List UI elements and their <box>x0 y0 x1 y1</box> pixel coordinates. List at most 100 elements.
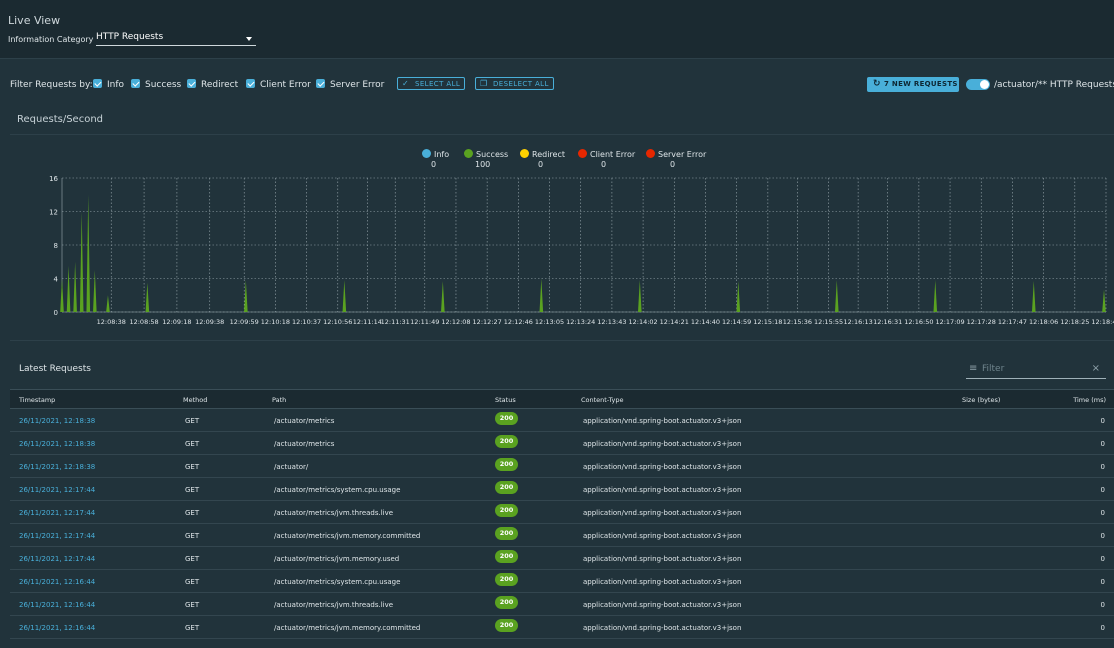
column-size[interactable]: Size (bytes) <box>962 396 1000 404</box>
cell-method: GET <box>185 624 200 632</box>
legend-redirect[interactable]: Redirect <box>520 149 565 159</box>
status-badge: 200 <box>495 481 518 494</box>
cell-time: 0 <box>1100 417 1105 425</box>
legend-client-error[interactable]: Client Error <box>578 149 635 159</box>
cell-content-type: application/vnd.spring-boot.actuator.v3+… <box>583 417 742 425</box>
information-category-label: Information Category <box>8 35 94 44</box>
requests-per-second-chart: 0 4 8 12 16 12:08:38 12:08:58 12:09:18 12:09:38 1… <box>49 175 1114 326</box>
x-tick-label: 12:17:09 <box>935 318 964 326</box>
cell-method: GET <box>185 509 200 517</box>
checkbox-server-error[interactable] <box>316 79 325 88</box>
table-row[interactable]: 26/11/2021, 12:17:44 GET/actuator/metrics… <box>10 478 1114 501</box>
cell-content-type: application/vnd.spring-boot.actuator.v3+… <box>583 532 742 540</box>
checkbox-redirect-label[interactable]: Redirect <box>201 80 238 90</box>
x-tick-label: 12:18:25 <box>1060 318 1089 326</box>
checkbox-info[interactable] <box>93 79 102 88</box>
cell-method: GET <box>185 532 200 540</box>
success-area-spike <box>106 295 110 312</box>
checkbox-redirect[interactable] <box>187 79 196 88</box>
information-category-value: HTTP Requests <box>96 32 164 42</box>
cell-method: GET <box>185 555 200 563</box>
table-row[interactable]: 26/11/2021, 12:17:44 GET/actuator/metrics… <box>10 501 1114 524</box>
cell-timestamp[interactable]: 26/11/2021, 12:17:44 <box>19 509 95 517</box>
legend-client-error-label: Client Error <box>590 150 636 159</box>
column-path[interactable]: Path <box>272 396 286 404</box>
checkbox-client-error[interactable] <box>246 79 255 88</box>
success-area-spike <box>834 280 839 312</box>
cell-timestamp[interactable]: 26/11/2021, 12:17:44 <box>19 532 95 540</box>
table-row[interactable]: 26/11/2021, 12:18:38 GET/actuator/metrics… <box>10 409 1114 432</box>
live-view-page: Live View Information Category HTTP Requ… <box>0 0 1114 648</box>
filter-placeholder: Filter <box>982 364 1005 374</box>
legend-server-error-label: Server Error <box>658 150 707 159</box>
table-row[interactable]: 26/11/2021, 12:17:44 GET/actuator/metrics… <box>10 547 1114 570</box>
y-tick-label: 12 <box>49 209 58 217</box>
checkbox-success-label[interactable]: Success <box>145 80 181 90</box>
close-icon[interactable]: × <box>1092 363 1100 374</box>
cell-content-type: application/vnd.spring-boot.actuator.v3+… <box>583 555 742 563</box>
cell-path: /actuator/metrics/jvm.memory.committed <box>274 532 421 540</box>
legend-info[interactable]: Info <box>422 149 449 159</box>
table-row[interactable]: 26/11/2021, 12:18:38 GET/actuator/applica… <box>10 455 1114 478</box>
x-tick-label: 12:13:43 <box>597 318 626 326</box>
cell-content-type: application/vnd.spring-boot.actuator.v3+… <box>583 486 742 494</box>
legend-client-error-value: 0 <box>601 160 607 169</box>
filter-requests-label: Filter Requests by: <box>10 80 93 90</box>
cell-timestamp[interactable]: 26/11/2021, 12:18:38 <box>19 440 95 448</box>
column-content-type[interactable]: Content-Type <box>581 396 624 404</box>
cell-method: GET <box>185 601 200 609</box>
checkbox-success[interactable] <box>131 79 140 88</box>
new-requests-button[interactable]: ↻ 7 NEW REQUESTS <box>867 77 959 92</box>
legend-server-error[interactable]: Server Error <box>646 149 706 159</box>
success-area-spike <box>736 281 741 312</box>
cell-timestamp[interactable]: 26/11/2021, 12:17:44 <box>19 555 95 563</box>
cell-method: GET <box>185 578 200 586</box>
table-row[interactable]: 26/11/2021, 12:16:44 GET/actuator/metrics… <box>10 570 1114 593</box>
cell-timestamp[interactable]: 26/11/2021, 12:16:44 <box>19 601 95 609</box>
cell-path: /actuator/metrics/system.cpu.usage <box>274 578 401 586</box>
status-badge: 200 <box>495 619 518 632</box>
x-tick-label: 12:08:38 <box>97 318 126 326</box>
cell-timestamp[interactable]: 26/11/2021, 12:18:38 <box>19 417 95 425</box>
x-tick-label: 12:16:13 <box>844 318 873 326</box>
success-area-spike <box>93 270 97 312</box>
success-area-spike <box>66 265 71 312</box>
checkbox-info-label[interactable]: Info <box>107 80 124 90</box>
column-status[interactable]: Status <box>495 396 516 404</box>
y-tick-label: 0 <box>54 309 58 317</box>
table-row[interactable]: 26/11/2021, 12:17:44 GET/actuator/metrics… <box>10 524 1114 547</box>
checkbox-server-error-label[interactable]: Server Error <box>330 80 384 90</box>
actuator-toggle[interactable] <box>966 79 990 90</box>
check-icon: ✓ <box>402 79 410 88</box>
cell-path: /actuator/metrics/system.cpu.usage <box>274 486 401 494</box>
table-row[interactable]: 26/11/2021, 12:16:44 GET/actuator/metrics… <box>10 616 1114 639</box>
legend-client-error-dot <box>578 149 587 158</box>
cell-time: 0 <box>1100 601 1105 609</box>
table-filter-input[interactable]: ≡ Filter × <box>966 362 1106 379</box>
status-badge: 200 <box>495 573 518 586</box>
cell-timestamp[interactable]: 26/11/2021, 12:18:38 <box>19 463 95 471</box>
cell-timestamp[interactable]: 26/11/2021, 12:17:44 <box>19 486 95 494</box>
checkbox-client-error-label[interactable]: Client Error <box>260 80 311 90</box>
status-badge: 200 <box>495 596 518 609</box>
table-row[interactable]: 26/11/2021, 12:16:44 GET/actuator/metrics… <box>10 593 1114 616</box>
cell-path: /actuator/ <box>274 463 309 471</box>
new-requests-label: 7 NEW REQUESTS <box>884 80 958 88</box>
table-header: Timestamp Method Path Status Content-Typ… <box>10 389 1114 409</box>
information-category-select[interactable]: HTTP Requests <box>96 30 256 46</box>
table-row[interactable]: 26/11/2021, 12:18:38 GET/actuator/metrics… <box>10 432 1114 455</box>
column-method[interactable]: Method <box>183 396 207 404</box>
column-timestamp[interactable]: Timestamp <box>19 396 55 404</box>
cell-timestamp[interactable]: 26/11/2021, 12:16:44 <box>19 578 95 586</box>
select-all-button[interactable]: ✓ SELECT ALL <box>397 77 466 90</box>
divider <box>10 340 1114 341</box>
column-time[interactable]: Time (ms) <box>1073 396 1106 404</box>
x-tick-label: 12:17:28 <box>967 318 996 326</box>
status-badge: 200 <box>495 458 518 471</box>
x-tick-label: 12:15:18 <box>753 318 782 326</box>
divider <box>10 134 1114 135</box>
legend-success[interactable]: Success <box>464 149 508 159</box>
deselect-all-button[interactable]: ❐ DESELECT ALL <box>475 77 554 90</box>
x-tick-label: 12:16:31 <box>873 318 902 326</box>
cell-timestamp[interactable]: 26/11/2021, 12:16:44 <box>19 624 95 632</box>
